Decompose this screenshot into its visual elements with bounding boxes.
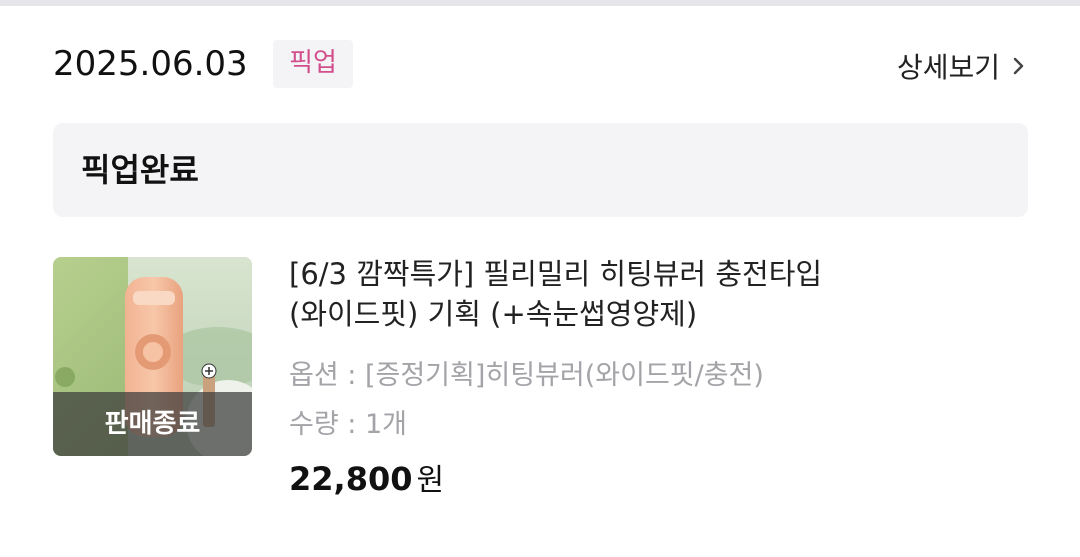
product-title-line-1: [6/3 깜짝특가] 필리밀리 히팅뷰러 충전타입 xyxy=(289,257,823,291)
price-value: 22,800 xyxy=(289,460,413,498)
price-currency: 원 xyxy=(416,463,445,498)
product-title-line-2: (와이드핏) 기획 (+속눈썹영양제) xyxy=(289,297,698,331)
detail-link-label: 상세보기 xyxy=(896,51,1000,84)
pickup-badge: 픽업 xyxy=(273,40,353,88)
top-divider-strip xyxy=(0,0,1080,6)
soldout-overlay: 판매종료 xyxy=(53,392,252,456)
order-date: 2025.06.03 xyxy=(53,44,248,84)
product-info[interactable]: [6/3 깜짝특가] 필리밀리 히팅뷰러 충전타입 (와이드핏) 기획 (+속눈… xyxy=(289,254,1009,499)
detail-link[interactable]: 상세보기 xyxy=(897,46,1028,86)
order-header: 2025.06.03 픽업 상세보기 xyxy=(53,40,1028,90)
product-quantity: 수량 : 1개 xyxy=(289,409,407,440)
order-status: 픽업완료 xyxy=(81,151,199,189)
product-option: 옵션 : [증정기획]히팅뷰러(와이드핏/충전) xyxy=(289,360,764,391)
product-price: 22,800 원 xyxy=(289,455,1009,499)
chevron-right-icon xyxy=(1010,51,1028,81)
product-title[interactable]: [6/3 깜짝특가] 필리밀리 히팅뷰러 충전타입 (와이드핏) 기획 (+속눈… xyxy=(289,254,1009,334)
product-thumbnail[interactable]: 판매종료 xyxy=(53,257,252,456)
order-status-box: 픽업완료 xyxy=(53,123,1028,217)
